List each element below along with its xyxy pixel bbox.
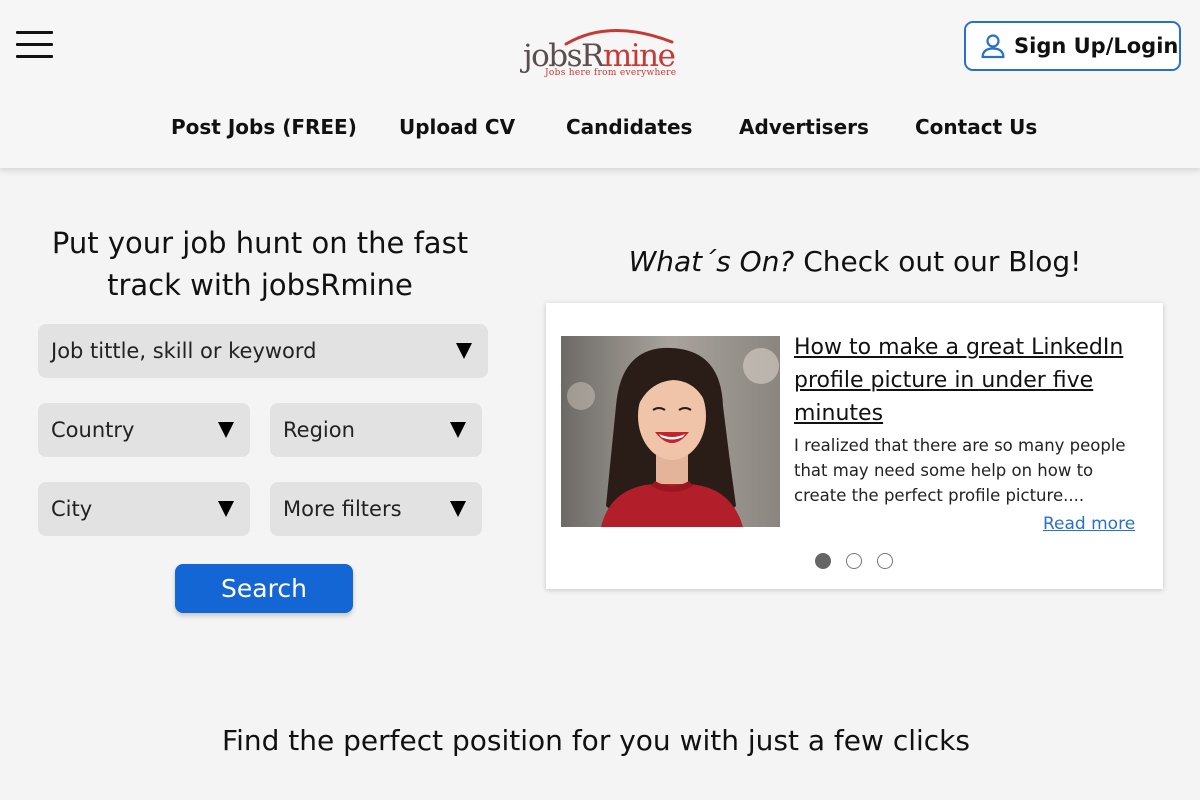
keyword-select-label: Job tittle, skill or keyword: [51, 339, 317, 363]
read-more-link[interactable]: Read more: [1043, 514, 1135, 534]
country-select[interactable]: Country: [38, 403, 250, 457]
nav-candidates[interactable]: Candidates: [566, 115, 692, 139]
city-select[interactable]: City: [38, 482, 250, 536]
blog-heading: What´s On? Check out our Blog!: [545, 245, 1165, 278]
signup-login-button[interactable]: Sign Up/Login: [964, 21, 1181, 71]
country-select-label: Country: [51, 418, 135, 442]
search-heading: Put your job hunt on the fast track with…: [51, 226, 469, 302]
hamburger-menu-icon[interactable]: [16, 31, 54, 61]
blog-post-image[interactable]: [561, 336, 780, 527]
blog-post-headline-link[interactable]: How to make a great LinkedIn profile pic…: [794, 331, 1154, 430]
dropdown-triangle-icon: [450, 501, 466, 517]
carousel-dot-1[interactable]: [815, 553, 831, 569]
nav-upload-cv[interactable]: Upload CV: [399, 115, 515, 139]
dropdown-triangle-icon: [450, 422, 466, 438]
search-button[interactable]: Search: [175, 564, 353, 613]
blog-card: How to make a great LinkedIn profile pic…: [546, 303, 1163, 589]
region-select[interactable]: Region: [270, 403, 482, 457]
nav-advertisers[interactable]: Advertisers: [739, 115, 869, 139]
blog-post-excerpt: I realized that there are so many people…: [794, 436, 1126, 505]
city-select-label: City: [51, 497, 93, 521]
user-icon: [981, 34, 1005, 59]
section-heading: Find the perfect position for you with j…: [222, 724, 970, 757]
more-filters-label: More filters: [283, 497, 402, 521]
keyword-select[interactable]: Job tittle, skill or keyword: [38, 324, 488, 378]
logo-tagline: Jobs here from everywhere: [545, 68, 677, 78]
site-logo[interactable]: jobsRmine Jobs here from everywhere: [520, 22, 680, 82]
more-filters-select[interactable]: More filters: [270, 482, 482, 536]
dropdown-triangle-icon: [456, 343, 472, 359]
dropdown-triangle-icon: [218, 501, 234, 517]
nav-contact-us[interactable]: Contact Us: [915, 115, 1037, 139]
main-nav: Post Jobs (FREE) Upload CV Candidates Ad…: [0, 110, 1200, 150]
blog-heading-italic: What´s On?: [628, 245, 795, 278]
nav-post-jobs[interactable]: Post Jobs (FREE): [171, 115, 357, 139]
signup-login-label: Sign Up/Login: [1014, 34, 1179, 58]
carousel-dot-2[interactable]: [846, 553, 862, 569]
site-header: jobsRmine Jobs here from everywhere Sign…: [0, 0, 1200, 168]
region-select-label: Region: [283, 418, 355, 442]
carousel-dot-3[interactable]: [877, 553, 893, 569]
blog-heading-rest: Check out our Blog!: [794, 245, 1082, 278]
dropdown-triangle-icon: [218, 422, 234, 438]
